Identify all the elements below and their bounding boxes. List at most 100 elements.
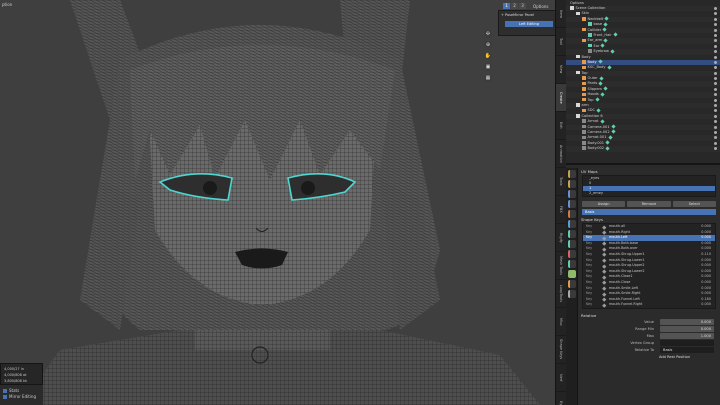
active-basis-field[interactable]: Basis xyxy=(582,209,716,215)
add-rest-position[interactable]: Add Rest Position xyxy=(582,354,716,360)
tool-tab-icon[interactable] xyxy=(568,170,576,178)
shape-key-list[interactable]: Key mouth.all 0.000 Key mouth.Right 0.000 Key m… xyxy=(582,223,716,309)
property-value[interactable]: 0.000 xyxy=(660,318,714,325)
relative-toggle[interactable]: Relative xyxy=(578,312,720,318)
property-value[interactable]: Basis xyxy=(660,346,714,353)
remove-button[interactable]: Remove xyxy=(627,201,671,207)
object-icon xyxy=(582,135,586,140)
property-value[interactable]: 1.000 xyxy=(660,332,714,339)
eye-icon[interactable] xyxy=(714,98,717,102)
physics-tab-icon[interactable] xyxy=(568,260,576,268)
select-button[interactable]: Select xyxy=(672,201,716,207)
zoom-icon[interactable]: ⊕ xyxy=(484,41,492,49)
uv-maps-header[interactable]: UV Maps xyxy=(578,168,720,174)
shape-key-name: mouth.Both.over xyxy=(609,246,638,251)
right-iris xyxy=(301,181,315,195)
uv-map-list[interactable]: _eyes 0 1 2_emey xyxy=(582,175,716,197)
eye-icon[interactable] xyxy=(714,17,717,21)
3d-viewport[interactable]: ption 1 2 3 Options + PoseMirror Panel L… xyxy=(0,0,555,405)
eye-icon[interactable] xyxy=(714,93,717,97)
shape-keys-header[interactable]: Shape Keys xyxy=(578,216,720,222)
sidebar-tab-rigify[interactable]: Rigify xyxy=(556,224,566,252)
eye-icon[interactable] xyxy=(714,87,717,91)
eye-icon[interactable] xyxy=(714,109,717,113)
eye-icon[interactable] xyxy=(714,66,717,70)
eye-icon[interactable] xyxy=(714,12,717,16)
uv-map-item[interactable]: 2_emey xyxy=(583,191,715,196)
overlay-toolbar: 1 2 3 xyxy=(503,3,526,9)
sidebar-tab-mesh-tools[interactable]: Mesh Tools xyxy=(556,252,566,280)
material-tab-icon[interactable] xyxy=(568,280,576,288)
overlay-button-2[interactable]: 2 xyxy=(511,3,518,9)
sidebar-tab-shape-keys[interactable]: Shape Keys xyxy=(556,336,566,364)
property-value[interactable] xyxy=(660,339,714,346)
view-layer-tab-icon[interactable] xyxy=(568,200,576,208)
eye-icon[interactable] xyxy=(714,60,717,64)
mirror-checkbox[interactable] xyxy=(3,395,7,399)
eye-icon[interactable] xyxy=(714,33,717,37)
shape-key-value[interactable]: 0.000 xyxy=(701,302,711,308)
options-menu[interactable]: Options xyxy=(533,4,548,9)
overlay-button-1[interactable]: 1 xyxy=(503,3,510,9)
eye-icon[interactable] xyxy=(714,28,717,32)
eye-icon[interactable] xyxy=(714,114,717,118)
sidebar-tab-tools[interactable]: Tools xyxy=(556,168,566,196)
property-field: Range Min 0.000 xyxy=(582,325,716,332)
posemirror-panel-title[interactable]: + PoseMirror Panel xyxy=(501,13,555,17)
sidebar-tab-create[interactable]: Create xyxy=(556,84,566,112)
sidebar-tab-misc[interactable]: Misc xyxy=(556,308,566,336)
grid-icon[interactable]: ▦ xyxy=(484,74,492,82)
output-tab-icon[interactable] xyxy=(568,190,576,198)
render-tab-icon[interactable] xyxy=(568,180,576,188)
eye-icon[interactable] xyxy=(714,147,717,151)
eye-icon[interactable] xyxy=(714,50,717,54)
modifier-icon xyxy=(605,146,610,151)
sidebar-tab-tool[interactable]: Tool xyxy=(556,28,566,56)
world-tab-icon[interactable] xyxy=(568,220,576,228)
sidebar-tab-eyes[interactable]: Eyes xyxy=(556,392,566,405)
data-tab-icon[interactable] xyxy=(568,270,576,278)
outliner-row[interactable]: Body.002 xyxy=(566,146,720,152)
property-field: Max 1.000 xyxy=(582,332,716,339)
hand-icon[interactable]: ✋ xyxy=(484,52,492,60)
eye-icon[interactable] xyxy=(714,136,717,140)
left-editing-button[interactable]: Left Editing xyxy=(505,21,553,27)
property-value[interactable]: 0.000 xyxy=(660,325,714,332)
sidebar-tab-view[interactable]: View xyxy=(556,56,566,84)
mirror-editing-toggle[interactable]: Mirror Editing xyxy=(3,394,40,400)
texture-tab-icon[interactable] xyxy=(568,290,576,298)
shape-key-row[interactable]: Key mouth.Funnel.Right 0.000 xyxy=(583,302,715,308)
eye-icon[interactable] xyxy=(714,71,717,75)
scene-tab-icon[interactable] xyxy=(568,210,576,218)
stats-checkbox[interactable] xyxy=(3,389,7,393)
sidebar-tab-looptools[interactable]: LoopTools xyxy=(556,280,566,308)
eye-icon[interactable] xyxy=(714,104,717,108)
modifier-icon xyxy=(600,43,606,48)
eye-icon[interactable] xyxy=(714,82,717,86)
sidebar-tab-item[interactable]: Item xyxy=(556,0,566,28)
overlay-button-3[interactable]: 3 xyxy=(519,3,526,9)
particles-tab-icon[interactable] xyxy=(568,250,576,258)
eye-icon[interactable] xyxy=(714,23,717,27)
modifier-tab-icon[interactable] xyxy=(568,240,576,248)
outliner-row-label: Pants xyxy=(587,81,598,86)
eye-icon[interactable] xyxy=(714,44,717,48)
eye-icon[interactable] xyxy=(714,125,717,129)
eye-icon[interactable] xyxy=(714,141,717,145)
eye-icon[interactable] xyxy=(714,39,717,43)
sidebar-tab-nerf[interactable]: Nerf xyxy=(556,364,566,392)
eye-icon[interactable] xyxy=(714,7,717,10)
sidebar-tab-edit[interactable]: Edit xyxy=(556,112,566,140)
eye-icon[interactable] xyxy=(714,130,717,134)
object-tab-icon[interactable] xyxy=(568,230,576,238)
assign-button[interactable]: Assign xyxy=(582,201,626,207)
eye-icon[interactable] xyxy=(714,120,717,124)
sidebar-tab-animation[interactable]: Animation xyxy=(556,140,566,168)
eye-icon[interactable] xyxy=(714,55,717,59)
sidebar-tab-fbx[interactable]: FBX xyxy=(556,196,566,224)
gizmo-icon[interactable]: ✣ xyxy=(484,30,492,38)
shape-key-name: mouth.Right xyxy=(609,229,631,234)
camera-icon[interactable]: ▣ xyxy=(484,63,492,71)
eye-icon[interactable] xyxy=(714,77,717,81)
wireframe-mesh[interactable] xyxy=(0,0,555,405)
